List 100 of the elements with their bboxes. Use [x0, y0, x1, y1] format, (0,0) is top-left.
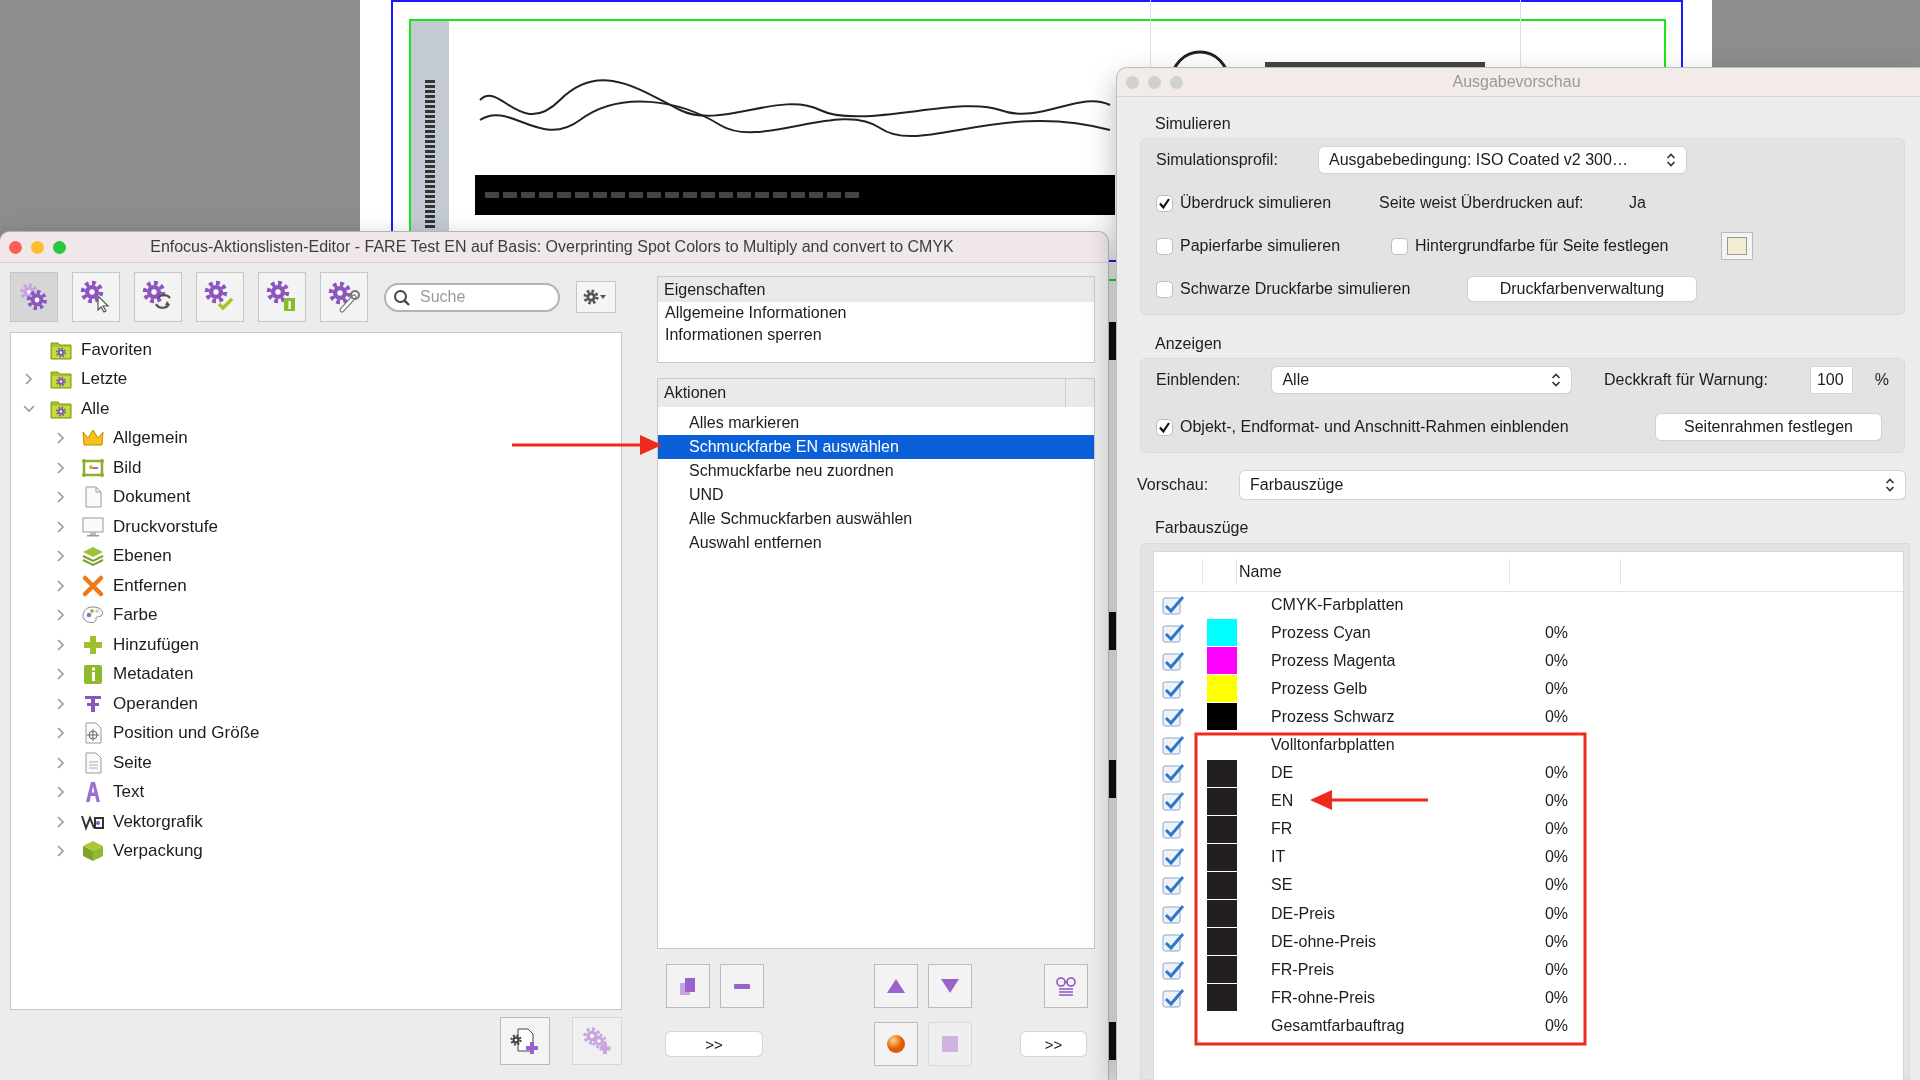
settings-icon — [583, 289, 609, 305]
plate-name: Gesamtfarbauftrag — [1271, 1016, 1405, 1034]
checkbox[interactable] — [1162, 705, 1186, 728]
move-up-button[interactable] — [874, 964, 918, 1008]
checkbox[interactable] — [1162, 818, 1186, 841]
checkbox[interactable] — [1162, 593, 1186, 616]
field-label: Simulationsprofil: — [1156, 151, 1279, 169]
dropdown[interactable]: Ausgabebedingung: ISO Coated v2 300… — [1319, 147, 1686, 173]
checkbox[interactable] — [1156, 194, 1173, 212]
section-heading: Simulieren — [1155, 115, 1232, 133]
remove-button[interactable] — [720, 964, 764, 1008]
tree-item[interactable]: Vektorgrafik — [113, 811, 203, 832]
checkbox[interactable] — [1162, 762, 1186, 785]
gear-wrench-icon — [326, 279, 362, 315]
plate-name: FR-ohne-Preis — [1271, 988, 1376, 1006]
move-down-button[interactable] — [928, 964, 972, 1008]
minus-icon — [734, 983, 750, 989]
updown-icon — [1666, 152, 1676, 168]
tree-item[interactable]: Entfernen — [113, 575, 187, 596]
field-label: Deckkraft für Warnung: — [1604, 371, 1769, 389]
new-action-list-button[interactable] — [500, 1017, 550, 1065]
checkbox[interactable] — [1162, 874, 1186, 897]
property-item[interactable]: Allgemeine Informationen — [658, 302, 1094, 324]
checkbox[interactable] — [1156, 418, 1173, 436]
section-heading: Anzeigen — [1155, 335, 1223, 353]
action-item[interactable]: Schmuckfarbe neu zuordnen — [658, 459, 1094, 483]
zoom-button[interactable] — [53, 240, 66, 254]
dropdown[interactable]: Alle — [1272, 367, 1571, 393]
box-icon — [81, 839, 105, 864]
coverage-value: 0% — [1544, 764, 1568, 782]
checkbox-label[interactable]: Objekt-, Endformat- und Anschnitt-Rahmen einblenden — [1180, 418, 1569, 436]
coverage-value: 0% — [1544, 792, 1568, 810]
checkbox[interactable] — [1162, 958, 1186, 981]
action-item[interactable]: Auswahl entfernen — [658, 531, 1094, 555]
action-item[interactable]: UND — [658, 483, 1094, 507]
checkbox[interactable] — [1162, 930, 1186, 953]
tree-item[interactable]: Operanden — [113, 693, 199, 714]
checkbox-label[interactable]: Papierfarbe simulieren — [1180, 237, 1341, 255]
toolbar-button[interactable] — [258, 272, 306, 322]
search-field[interactable]: Suche — [384, 282, 560, 312]
checkbox[interactable] — [1391, 237, 1408, 255]
tree-item[interactable]: Allgemein — [113, 428, 188, 449]
checkbox[interactable] — [1162, 621, 1186, 644]
number-field[interactable]: 100 — [1809, 366, 1853, 394]
tree-item[interactable]: Dokument — [113, 487, 191, 508]
plate-name: EN — [1271, 792, 1294, 810]
checkbox-label[interactable]: Überdruck simulieren — [1180, 194, 1332, 212]
search-icon — [393, 288, 411, 307]
toolbar-button[interactable] — [134, 272, 182, 322]
more-button[interactable]: >> — [666, 1032, 762, 1056]
tree-item[interactable]: Verpackung — [113, 841, 203, 862]
more-button[interactable]: >> — [1021, 1032, 1086, 1056]
tree-item[interactable]: Position und Größe — [113, 723, 260, 744]
plate-name: Prozess Magenta — [1271, 651, 1396, 669]
tree-item[interactable]: Alle — [81, 398, 110, 419]
section-heading: Farbauszüge — [1155, 519, 1250, 537]
tree-item[interactable]: Metadaten — [113, 664, 194, 685]
plate-name: FR — [1271, 820, 1293, 838]
duplicate-button[interactable] — [666, 964, 710, 1008]
plate-name: FR-Preis — [1271, 960, 1335, 978]
property-item[interactable]: Informationen sperren — [658, 324, 1094, 346]
toolbar-button[interactable] — [10, 272, 58, 322]
tree-item[interactable]: Seite — [113, 752, 152, 773]
tree-item[interactable]: Druckvorstufe — [113, 516, 218, 537]
checkbox[interactable] — [1162, 986, 1186, 1009]
coverage-value: 0% — [1544, 988, 1568, 1006]
tree-item[interactable]: Letzte — [81, 369, 128, 390]
toolbar-button[interactable] — [196, 272, 244, 322]
plate-name: DE — [1271, 764, 1294, 782]
toolbar-button[interactable] — [72, 272, 120, 322]
ink-manager-button[interactable]: Druckfarbenverwaltung — [1468, 277, 1696, 301]
tree-item[interactable]: Ebenen — [113, 546, 172, 567]
checkbox[interactable] — [1162, 649, 1186, 672]
unit-label: % — [1874, 371, 1889, 389]
action-item[interactable]: Alles markieren — [658, 411, 1094, 435]
checkbox[interactable] — [1162, 902, 1186, 925]
close-button[interactable] — [9, 240, 22, 254]
checkbox[interactable] — [1162, 734, 1186, 756]
checkbox[interactable] — [1162, 846, 1186, 869]
checkbox[interactable] — [1162, 790, 1186, 813]
action-item[interactable]: Alle Schmuckfarben auswählen — [658, 507, 1094, 531]
record-button[interactable] — [874, 1022, 918, 1066]
checkbox[interactable] — [1156, 280, 1173, 298]
tree-item[interactable]: Bild — [113, 457, 142, 478]
toolbar-button[interactable] — [320, 272, 368, 322]
checkbox[interactable] — [1162, 677, 1186, 700]
dropdown[interactable]: Farbauszüge — [1240, 471, 1905, 499]
tree-item[interactable]: Text — [113, 782, 145, 803]
checkbox-label[interactable]: Schwarze Druckfarbe simulieren — [1180, 280, 1411, 298]
tree-item[interactable]: Hinzufügen — [113, 634, 199, 655]
page-frames-button[interactable]: Seitenrahmen festlegen — [1656, 414, 1881, 440]
checkbox-label[interactable]: Hintergrundfarbe für Seite festlegen — [1415, 237, 1669, 255]
checkbox[interactable] — [1156, 237, 1173, 255]
tree-item[interactable]: Favoriten — [81, 339, 152, 360]
color-well[interactable] — [1721, 232, 1753, 260]
settings-menu-button[interactable] — [576, 281, 616, 313]
tree-item[interactable]: Farbe — [113, 605, 158, 626]
action-item[interactable]: Schmuckfarbe EN auswählen — [658, 435, 1094, 459]
plate-name: DE-Preis — [1271, 904, 1335, 922]
inspect-button[interactable] — [1044, 964, 1088, 1008]
